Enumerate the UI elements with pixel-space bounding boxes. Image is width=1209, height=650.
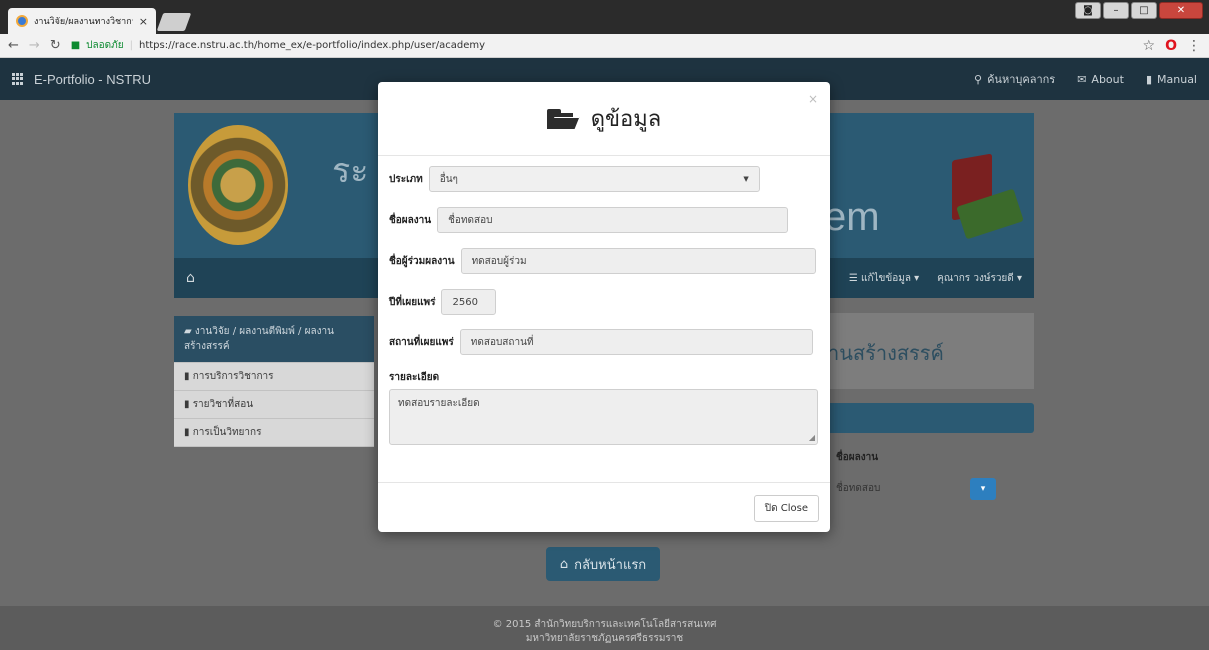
menu-kebab-icon[interactable]: ⋮ (1187, 38, 1201, 54)
window-controls: ◙ – □ ✕ (1075, 2, 1203, 19)
type-row: ประเภท อื่นๆ ▼ (389, 166, 760, 192)
resize-handle-icon[interactable]: ◢ (809, 433, 815, 442)
browser-titlebar: งานวิจัย/ผลงานทางวิชาการ | × ◙ – □ ✕ (0, 0, 1209, 34)
coauthor-field[interactable]: ทดสอบผู้ร่วม (460, 248, 816, 274)
sidebar-item-label: งานวิจัย / ผลงานตีพิมพ์ / ผลงานสร้างสรรค… (184, 326, 334, 352)
back-icon[interactable]: ← (8, 38, 19, 53)
nav-manual-label: Manual (1157, 72, 1197, 86)
url-separator: | (129, 40, 133, 51)
home-icon: ⌂ (559, 556, 569, 572)
sidebar: ▰ งานวิจัย / ผลงานตีพิมพ์ / ผลงานสร้างสร… (174, 316, 374, 447)
home-icon[interactable]: ⌂ (186, 270, 195, 286)
university-seal-logo (188, 125, 288, 245)
year-row: ปีที่เผยแพร่ 2560 (389, 289, 497, 315)
close-button[interactable]: ปิด Close (753, 495, 819, 522)
row-actions-dropdown-button[interactable]: ▾ (970, 478, 996, 500)
place-row: สถานที่เผยแพร่ ทดสอบสถานที่ (389, 329, 813, 355)
table-header-bar (812, 403, 1034, 433)
content-heading: านสร้างสรรค์ (828, 341, 944, 365)
footer-line-1: © 2015 สำนักวิทยบริการและเทคโนโลยีสารสนเ… (492, 619, 717, 630)
table-column-header: ชื่อผลงาน (836, 452, 879, 463)
modal-close-icon[interactable]: × (808, 92, 818, 106)
book-illustration (952, 153, 1024, 247)
nav-about-label: About (1091, 72, 1124, 86)
banner-title-end: em (824, 195, 880, 239)
sidebar-item-speaker[interactable]: ▮ การเป็นวิทยากร (174, 419, 374, 447)
window-close-icon[interactable]: ✕ (1159, 2, 1203, 19)
detail-label: รายละเอียด (389, 372, 440, 383)
folder-open-icon (546, 108, 580, 129)
url-field[interactable]: ■ ปลอดภัย | https://race.nstru.ac.th/hom… (71, 37, 1133, 55)
search-icon: ⚲ (974, 72, 983, 86)
menu-user-label: คุณากร วงษ์รวยดี (937, 272, 1014, 284)
type-select[interactable]: อื่นๆ ▼ (428, 166, 760, 192)
opera-icon[interactable]: O (1165, 38, 1177, 54)
page-footer: © 2015 สำนักวิทยบริการและเทคโนโลยีสารสนเ… (0, 606, 1209, 650)
url-text: https://race.nstru.ac.th/home_ex/e-portf… (138, 40, 486, 51)
sidebar-item-research[interactable]: ▰ งานวิจัย / ผลงานตีพิมพ์ / ผลงานสร้างสร… (174, 316, 374, 363)
type-select-value: อื่นๆ (439, 173, 458, 185)
reload-icon[interactable]: ↻ (50, 38, 61, 53)
work-name-row: ชื่อผลงาน ชื่อทดสอบ (389, 207, 789, 233)
type-label: ประเภท (389, 173, 423, 185)
modal-title: ดูข้อมูล (590, 107, 662, 132)
file-icon: ▮ (1145, 72, 1153, 86)
bookmark-icon: ▮ (184, 427, 193, 438)
footer-line-2: มหาวิทยาลัยราชภัฏนครศรีธรรมราช (525, 633, 684, 644)
brand-text: E-Portfolio - NSTRU (34, 71, 152, 87)
book-icon: ▮ (184, 399, 193, 410)
user-profile-icon[interactable]: ◙ (1075, 2, 1101, 19)
nav-search-link[interactable]: ⚲ ค้นหาบุคลากร (974, 70, 1055, 88)
tab-title: งานวิจัย/ผลงานทางวิชาการ | (34, 17, 133, 27)
chevron-down-icon: ▼ (743, 175, 749, 183)
detail-text: ทดสอบรายละเอียด (398, 398, 480, 409)
menu-user[interactable]: คุณากร วงษ์รวยดี ▾ (937, 271, 1022, 286)
folder-open-icon: ▰ (184, 326, 195, 337)
sidebar-item-academic-service[interactable]: ▮ การบริการวิชาการ (174, 363, 374, 391)
place-label: สถานที่เผยแพร่ (389, 336, 454, 348)
address-bar: ← → ↻ ■ ปลอดภัย | https://race.nstru.ac.… (0, 34, 1209, 58)
tab-close-icon[interactable]: × (139, 15, 148, 28)
sidebar-item-label: การบริการวิชาการ (192, 371, 274, 382)
back-home-label: กลับหน้าแรก (574, 557, 647, 573)
work-name-label: ชื่อผลงาน (389, 214, 432, 226)
work-name-field[interactable]: ชื่อทดสอบ (437, 207, 789, 233)
new-tab-button[interactable] (156, 13, 192, 31)
banner-title: ระ (332, 151, 369, 191)
detail-textarea[interactable]: ทดสอบรายละเอียด ◢ (389, 389, 818, 445)
detail-label-row: รายละเอียด (389, 370, 439, 385)
year-label: ปีที่เผยแพร่ (389, 296, 436, 308)
nav-manual-link[interactable]: ▮ Manual (1146, 73, 1197, 86)
mail-icon: ✉ (1077, 72, 1087, 86)
sidebar-item-label: การเป็นวิทยากร (192, 427, 262, 438)
content-heading-panel: านสร้างสรรค์ (812, 313, 1034, 389)
menu-edit-data[interactable]: ☰ แก้ไขข้อมูล ▾ (849, 271, 919, 286)
year-field[interactable]: 2560 (441, 289, 497, 315)
apps-grid-icon (12, 73, 24, 85)
browser-tab[interactable]: งานวิจัย/ผลงานทางวิชาการ | × (8, 8, 156, 34)
minimize-icon[interactable]: – (1103, 2, 1129, 19)
secure-label: ปลอดภัย (86, 40, 124, 51)
coauthor-label: ชื่อผู้ร่วมผลงาน (389, 255, 455, 267)
modal-footer: ปิด Close (378, 482, 830, 532)
navbar-links: ⚲ ค้นหาบุคลากร ✉ About ▮ Manual (974, 70, 1197, 88)
site-brand[interactable]: E-Portfolio - NSTRU (12, 72, 151, 87)
nav-about-link[interactable]: ✉ About (1077, 73, 1124, 86)
view-data-modal: ดูข้อมูล × ประเภท อื่นๆ ▼ ชื่อผลงาน ชื่อ… (378, 82, 830, 532)
favicon-icon (16, 15, 28, 27)
back-home-button[interactable]: ⌂ กลับหน้าแรก (546, 547, 660, 581)
sidebar-item-courses[interactable]: ▮ รายวิชาที่สอน (174, 391, 374, 419)
sidebar-item-label: รายวิชาที่สอน (192, 399, 254, 410)
forward-icon[interactable]: → (29, 38, 40, 53)
modal-header: ดูข้อมูล (378, 82, 830, 156)
lock-icon: ■ (70, 40, 81, 51)
nav-search-label: ค้นหาบุคลากร (987, 73, 1056, 86)
place-field[interactable]: ทดสอบสถานที่ (459, 329, 813, 355)
maximize-icon[interactable]: □ (1131, 2, 1157, 19)
books-icon: ▮ (184, 371, 193, 382)
bookmark-star-icon[interactable]: ☆ (1143, 38, 1156, 54)
table-cell: ชื่อทดสอบ (836, 483, 881, 494)
menu-edit-label: แก้ไขข้อมูล (861, 272, 911, 284)
coauthor-row: ชื่อผู้ร่วมผลงาน ทดสอบผู้ร่วม (389, 248, 816, 274)
